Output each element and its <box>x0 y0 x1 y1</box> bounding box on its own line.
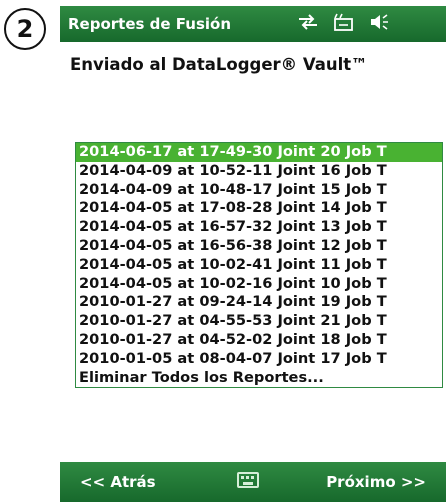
report-list-item[interactable]: 2014-04-05 at 17-08-28 Joint 14 Job T <box>76 199 442 218</box>
report-list-item[interactable]: 2010-01-05 at 08-04-07 Joint 17 Job T <box>76 350 442 369</box>
keyboard-icon[interactable] <box>237 472 259 488</box>
step-number-badge: 2 <box>4 8 46 50</box>
back-button[interactable]: << Atrás <box>80 462 156 502</box>
report-list-item[interactable]: 2010-01-27 at 04-52-02 Joint 18 Job T <box>76 331 442 350</box>
status-icons <box>297 6 391 42</box>
report-list-item[interactable]: 2014-04-05 at 10-02-16 Joint 10 Job T <box>76 275 442 294</box>
report-list-item[interactable]: 2014-06-17 at 17-49-30 Joint 20 Job T <box>76 143 442 162</box>
report-list-item[interactable]: 2014-04-05 at 16-56-38 Joint 12 Job T <box>76 237 442 256</box>
report-list-item[interactable]: 2010-01-27 at 09-24-14 Joint 19 Job T <box>76 293 442 312</box>
battery-icon[interactable] <box>333 12 355 36</box>
signal-arrows-icon[interactable] <box>297 13 319 35</box>
report-list-item[interactable]: 2014-04-09 at 10-48-17 Joint 15 Job T <box>76 181 442 200</box>
app-title: Reportes de Fusión <box>68 15 232 33</box>
reports-list[interactable]: 2014-06-17 at 17-49-30 Joint 20 Job T 201… <box>75 142 443 388</box>
report-list-item[interactable]: 2014-04-05 at 10-02-41 Joint 11 Job T <box>76 256 442 275</box>
report-list-item[interactable]: 2014-04-09 at 10-52-11 Joint 16 Job T <box>76 162 442 181</box>
delete-all-reports-item[interactable]: Eliminar Todos los Reportes... <box>76 369 442 387</box>
page-subtitle: Enviado al DataLogger® Vault™ <box>70 55 368 74</box>
next-button[interactable]: Próximo >> <box>326 462 426 502</box>
bottom-softkey-bar: << Atrás Próximo >> <box>60 462 446 502</box>
report-list-item[interactable]: 2010-01-27 at 04-55-53 Joint 21 Job T <box>76 312 442 331</box>
title-bar: Reportes de Fusión <box>60 6 446 42</box>
report-list-item[interactable]: 2014-04-05 at 16-57-32 Joint 13 Job T <box>76 218 442 237</box>
speaker-icon[interactable] <box>369 12 391 36</box>
